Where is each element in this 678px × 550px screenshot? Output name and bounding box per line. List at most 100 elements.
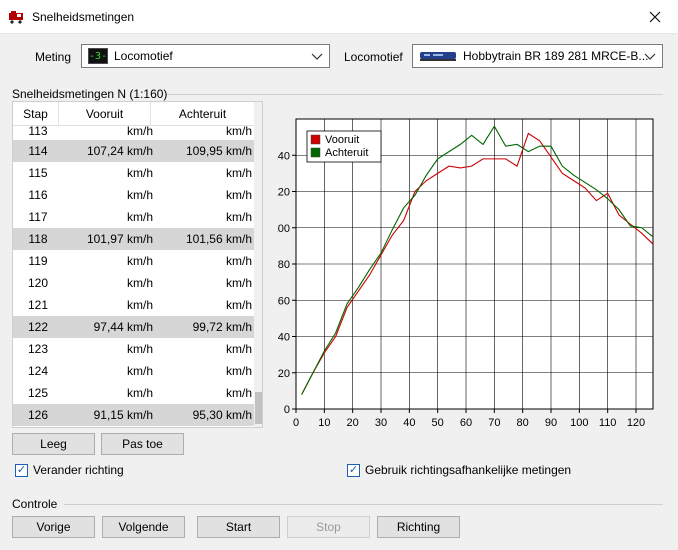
meting-value: Locomotief <box>114 49 173 63</box>
verander-richting-checkbox[interactable]: ✓ Verander richting <box>15 463 124 477</box>
close-button[interactable] <box>632 0 678 34</box>
table-row[interactable]: 120 km/h km/h <box>13 272 254 294</box>
x-tick-label: 80 <box>517 417 529 429</box>
meting-select[interactable]: -3- Locomotief <box>81 44 330 68</box>
table-body: 113 km/h km/h 114 107,24 km/h 109,95 km/h 115 k… <box>13 126 254 426</box>
cell-vooruit: km/h <box>126 364 153 378</box>
train-icon <box>420 52 456 61</box>
y-tick-label: 120 <box>277 187 290 199</box>
cell-stap: 117 <box>28 210 48 224</box>
leeg-button[interactable]: Leeg <box>12 433 95 455</box>
cell-achteruit: km/h <box>225 210 252 224</box>
stop-button: Stop <box>287 516 370 538</box>
cell-vooruit: km/h <box>126 188 153 202</box>
start-button[interactable]: Start <box>197 516 280 538</box>
cell-achteruit: km/h <box>225 342 252 356</box>
table-row[interactable]: 117 km/h km/h <box>13 206 254 228</box>
cell-stap: 124 <box>27 364 49 378</box>
richtingsafhankelijk-label: Gebruik richtingsafhankelijke metingen <box>365 463 572 477</box>
cell-stap: 121 <box>27 298 49 312</box>
cell-achteruit: km/h <box>225 298 252 312</box>
cell-stap: 123 <box>27 342 49 356</box>
cell-stap: 125 <box>27 386 49 400</box>
column-header-vooruit[interactable]: Vooruit <box>59 102 151 126</box>
x-tick-label: 100 <box>570 417 588 429</box>
cell-stap: 115 <box>28 166 48 180</box>
legend-swatch <box>310 134 321 145</box>
table-row[interactable]: 118 101,97 km/h 101,56 km/h <box>13 228 254 250</box>
table-row[interactable]: 123 km/h km/h <box>13 338 254 360</box>
window-title: Snelheidsmetingen <box>32 10 135 24</box>
cell-vooruit: km/h <box>126 166 153 180</box>
controle-divider <box>64 504 663 505</box>
cell-stap: 120 <box>27 276 49 290</box>
table-row[interactable]: 116 km/h km/h <box>13 184 254 206</box>
cell-vooruit: 107,24 km/h <box>86 144 153 158</box>
vorige-button[interactable]: Vorige <box>12 516 95 538</box>
x-tick-label: 20 <box>347 417 359 429</box>
cell-achteruit: 109,95 km/h <box>185 144 252 158</box>
table-row[interactable]: 124 km/h km/h <box>13 360 254 382</box>
column-header-achteruit[interactable]: Achteruit <box>151 102 254 126</box>
cell-achteruit: 99,72 km/h <box>192 320 252 334</box>
cell-achteruit: km/h <box>225 364 252 378</box>
locomotief-value: Hobbytrain BR 189 281 MRCE-B... <box>463 49 649 63</box>
cell-achteruit: 101,56 km/h <box>185 232 252 246</box>
locomotive-icon <box>9 11 23 24</box>
cell-stap: 122 <box>27 320 49 334</box>
cell-stap: 118 <box>28 232 48 246</box>
cell-stap: 126 <box>27 408 49 422</box>
cell-vooruit: 97,44 km/h <box>93 320 153 334</box>
x-tick-label: 70 <box>488 417 500 429</box>
y-tick-label: 0 <box>284 404 290 416</box>
y-tick-label: 20 <box>278 368 290 380</box>
x-tick-label: 110 <box>599 417 617 429</box>
y-tick-label: 100 <box>277 223 290 235</box>
cell-stap: 119 <box>28 254 48 268</box>
x-tick-label: 30 <box>375 417 387 429</box>
table-row[interactable]: 125 km/h km/h <box>13 382 254 404</box>
legend-swatch <box>310 147 321 158</box>
chevron-down-icon <box>311 53 323 60</box>
checkmark-icon: ✓ <box>15 463 28 477</box>
legend-label: Achteruit <box>325 147 368 159</box>
cell-vooruit: km/h <box>126 254 153 268</box>
speed-chart: 0 10 20 30 40 50 60 70 80 90 100 110 120 0 20 40 60 80 100… <box>272 108 657 430</box>
y-tick-label: 60 <box>278 295 290 307</box>
measurements-table[interactable]: Stap Vooruit Achteruit 113 km/h km/h 114 107… <box>12 101 263 428</box>
cell-vooruit: km/h <box>126 276 153 290</box>
cell-vooruit: 91,15 km/h <box>93 408 153 422</box>
table-row[interactable]: 115 km/h km/h <box>13 162 254 184</box>
y-tick-label: 40 <box>278 332 290 344</box>
richtingsafhankelijk-checkbox[interactable]: ✓ Gebruik richtingsafhankelijke metingen <box>347 463 571 477</box>
cell-vooruit: km/h <box>126 126 153 138</box>
table-row[interactable]: 122 97,44 km/h 99,72 km/h <box>13 316 254 338</box>
table-header: Stap Vooruit Achteruit <box>13 102 254 126</box>
locomotief-select[interactable]: Hobbytrain BR 189 281 MRCE-B... <box>412 44 663 68</box>
table-row[interactable]: 126 91,15 km/h 95,30 km/h <box>13 404 254 426</box>
table-row[interactable]: 121 km/h km/h <box>13 294 254 316</box>
x-tick-label: 0 <box>293 417 299 429</box>
pas-toe-button[interactable]: Pas toe <box>101 433 184 455</box>
cell-achteruit: km/h <box>225 254 252 268</box>
table-row[interactable]: 114 107,24 km/h 109,95 km/h <box>13 140 254 162</box>
scrollbar-thumb[interactable] <box>255 392 262 424</box>
cell-achteruit: km/h <box>225 386 252 400</box>
column-header-stap[interactable]: Stap <box>13 102 59 126</box>
verander-richting-label: Verander richting <box>33 463 124 477</box>
cell-achteruit: 95,30 km/h <box>192 408 252 422</box>
cell-vooruit: 101,97 km/h <box>86 232 153 246</box>
richting-button[interactable]: Richting <box>377 516 460 538</box>
x-tick-label: 90 <box>545 417 557 429</box>
table-row[interactable]: 113 km/h km/h <box>13 126 254 140</box>
cell-vooruit: km/h <box>126 298 153 312</box>
cell-vooruit: km/h <box>126 386 153 400</box>
volgende-button[interactable]: Volgende <box>102 516 185 538</box>
table-row[interactable]: 119 km/h km/h <box>13 250 254 272</box>
table-scrollbar[interactable] <box>254 102 262 427</box>
cell-stap: 116 <box>28 188 48 202</box>
measurement-badge: -3- <box>88 48 108 64</box>
meting-label: Meting <box>35 50 72 64</box>
cell-vooruit: km/h <box>126 210 153 224</box>
cell-achteruit: km/h <box>225 126 252 138</box>
